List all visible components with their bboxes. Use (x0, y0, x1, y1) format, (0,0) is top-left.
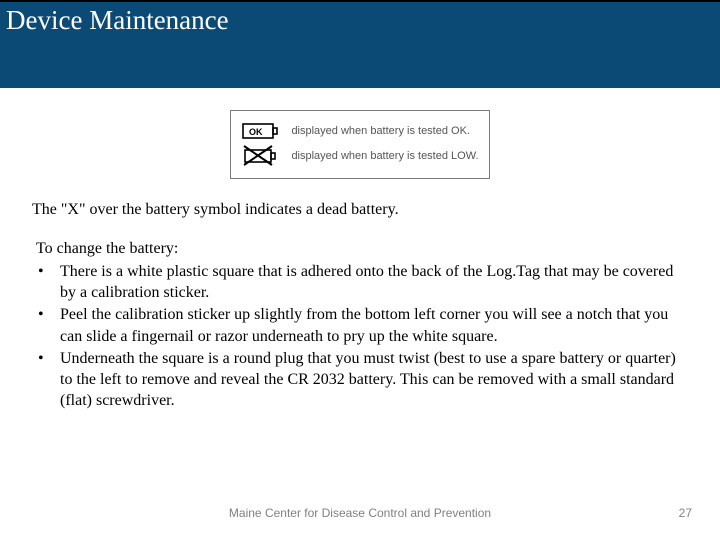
footer-org: Maine Center for Disease Control and Pre… (229, 506, 491, 520)
step-text: Underneath the square is a round plug th… (60, 348, 688, 411)
bullet-dot: • (38, 261, 60, 282)
diagram-text-low: displayed when battery is tested LOW. (291, 150, 478, 162)
slide-header: Device Maintenance (0, 0, 720, 88)
page-number: 27 (679, 506, 692, 520)
list-item: • Underneath the square is a round plug … (38, 348, 688, 411)
change-battery-title: To change the battery: (32, 238, 688, 259)
list-item: • There is a white plastic square that i… (38, 261, 688, 303)
bullet-dot: • (38, 304, 60, 325)
list-item: • Peel the calibration sticker up slight… (38, 304, 688, 346)
diagram-row-low: displayed when battery is tested LOW. (241, 145, 478, 167)
bullet-dot: • (38, 348, 60, 369)
slide-footer: Maine Center for Disease Control and Pre… (0, 506, 720, 520)
step-text: Peel the calibration sticker up slightly… (60, 304, 688, 346)
battery-status-diagram: OK displayed when battery is tested OK. … (230, 110, 489, 179)
diagram-row-ok: OK displayed when battery is tested OK. (241, 120, 478, 142)
lead-paragraph: The "X" over the battery symbol indicate… (32, 199, 688, 220)
diagram-wrap: OK displayed when battery is tested OK. … (0, 110, 720, 179)
slide-content: The "X" over the battery symbol indicate… (0, 199, 720, 411)
steps-list: • There is a white plastic square that i… (32, 261, 688, 411)
diagram-text-ok: displayed when battery is tested OK. (291, 125, 470, 137)
step-text: There is a white plastic square that is … (60, 261, 688, 303)
svg-text:OK: OK (249, 127, 263, 137)
slide-title: Device Maintenance (6, 5, 714, 36)
battery-low-icon (241, 145, 281, 167)
battery-ok-icon: OK (241, 120, 281, 142)
slide: Device Maintenance OK displayed when bat… (0, 0, 720, 540)
